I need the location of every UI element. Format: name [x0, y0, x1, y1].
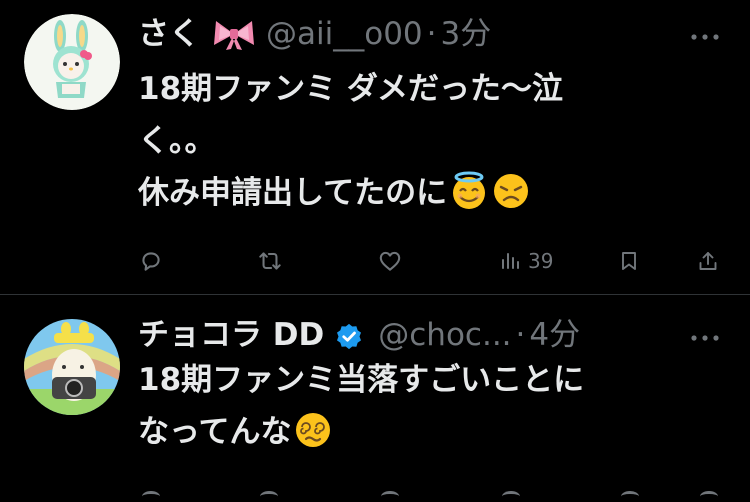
halo-smile-emoji — [449, 171, 489, 211]
share-button[interactable] — [696, 246, 720, 276]
bookmark-icon[interactable] — [621, 491, 639, 502]
disappointed-emoji — [491, 171, 531, 211]
tweet-text-line: く。。 — [138, 123, 216, 159]
retweet-icon — [256, 248, 284, 274]
bookmark-button[interactable] — [617, 246, 641, 276]
tweet-actions: 39 — [138, 246, 728, 276]
reply-icon[interactable] — [142, 491, 160, 502]
dizzy-face-emoji — [293, 410, 333, 450]
timestamp[interactable]: 3分 — [441, 12, 492, 56]
like-icon[interactable] — [381, 491, 399, 502]
verified-badge-icon — [334, 320, 364, 350]
tweet[interactable]: チョコラ DD @choc... · 4分 18期ファンミ当落すごいことに なっ… — [0, 295, 750, 500]
views-button[interactable]: 39 — [498, 246, 553, 276]
tweet-header: チョコラ DD @choc... · 4分 — [138, 313, 580, 357]
display-name[interactable]: チョコラ DD — [138, 313, 324, 357]
avatar[interactable] — [24, 319, 120, 415]
tweet-text-line: 休み申請出してたのに — [138, 167, 698, 219]
tweet-header: さく @aii__o00 · 3分 — [138, 12, 491, 56]
views-icon — [498, 248, 522, 274]
tweet-text-fragment: なってんな — [138, 414, 292, 450]
user-handle[interactable]: @aii__o00 — [266, 12, 423, 56]
separator-dot: · — [426, 16, 437, 52]
retweet-button[interactable] — [256, 246, 284, 276]
ribbon-emoji — [212, 17, 256, 51]
like-button[interactable] — [377, 246, 403, 276]
share-icon[interactable] — [700, 491, 718, 502]
reply-button[interactable] — [138, 246, 164, 276]
separator-dot: · — [515, 317, 526, 353]
share-icon — [696, 248, 720, 274]
tweet-text: 18期ファンミ ダメだった〜泣 く。。 休み申請出してたのに — [138, 63, 698, 219]
more-icon[interactable] — [690, 329, 720, 341]
tweet-text-line: なってんな — [138, 406, 698, 458]
bookmark-icon — [617, 248, 641, 274]
tweet-text-line: 18期ファンミ当落すごいことに — [138, 362, 585, 398]
views-count: 39 — [528, 249, 554, 273]
tweet[interactable]: さく @aii__o00 · 3分 18期ファンミ ダメだった〜泣 く。。 休み… — [0, 0, 750, 294]
views-icon[interactable] — [502, 491, 520, 502]
display-name[interactable]: さく — [138, 12, 200, 56]
more-icon[interactable] — [690, 28, 720, 40]
reply-icon — [138, 248, 164, 274]
tweet-text-fragment: 休み申請出してたのに — [138, 175, 448, 211]
like-icon — [377, 248, 403, 274]
timestamp[interactable]: 4分 — [529, 313, 580, 357]
tweet-text-line: 18期ファンミ ダメだった〜泣 — [138, 71, 564, 107]
avatar[interactable] — [24, 14, 120, 110]
retweet-icon[interactable] — [260, 491, 278, 502]
user-handle[interactable]: @choc... — [378, 313, 511, 357]
tweet-text: 18期ファンミ当落すごいことに なってんな — [138, 354, 698, 458]
